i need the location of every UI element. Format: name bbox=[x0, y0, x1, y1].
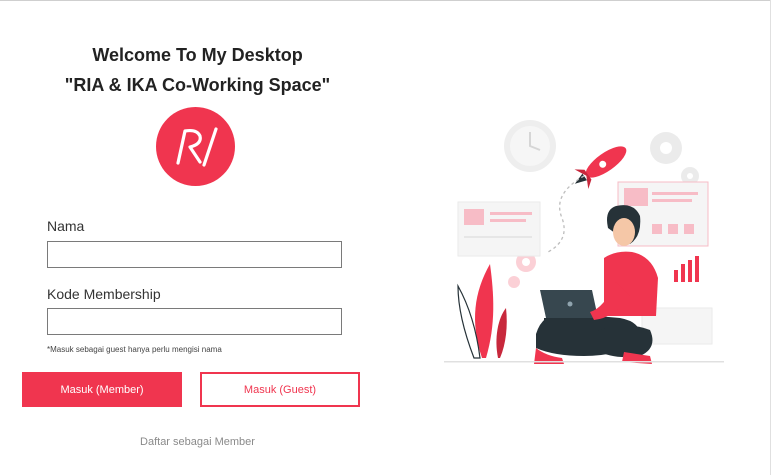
membership-code-input[interactable] bbox=[47, 308, 342, 335]
guest-note: *Masuk sebagai guest hanya perlu mengisi… bbox=[47, 345, 222, 354]
coworking-illustration bbox=[444, 112, 724, 372]
top-border bbox=[0, 0, 771, 1]
login-member-button[interactable]: Masuk (Member) bbox=[22, 372, 182, 407]
welcome-title: Welcome To My Desktop bbox=[92, 45, 303, 65]
nama-label: Nama bbox=[47, 218, 85, 234]
membership-code-label: Kode Membership bbox=[47, 286, 161, 302]
workspace-name: "RIA & IKA Co-Working Space" bbox=[64, 75, 331, 95]
register-member-link[interactable]: Daftar sebagai Member bbox=[0, 436, 395, 448]
plant-icon bbox=[457, 264, 507, 359]
bar-chart-icon bbox=[674, 256, 699, 282]
nama-input[interactable] bbox=[47, 241, 342, 268]
ui-card-left bbox=[457, 201, 541, 257]
ri-logo bbox=[156, 107, 235, 186]
login-guest-button[interactable]: Masuk (Guest) bbox=[200, 372, 360, 407]
clock-icon bbox=[504, 120, 556, 172]
woman-figure bbox=[534, 205, 658, 364]
